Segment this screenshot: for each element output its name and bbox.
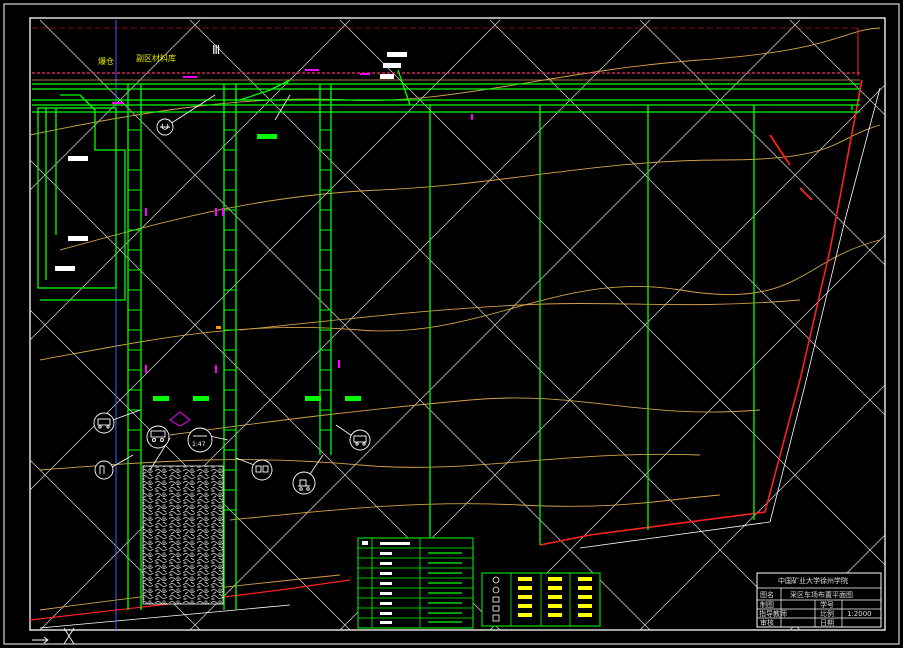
title-block-institution: 中国矿业大学徐州学院 bbox=[778, 576, 848, 585]
pump-symbol-icon[interactable] bbox=[146, 425, 170, 449]
title-block-col-label-1: 学号 bbox=[820, 600, 834, 609]
scale-tag-circle[interactable]: 1:47 bbox=[187, 427, 213, 453]
roadway-rungs bbox=[128, 129, 331, 511]
cad-drawing-canvas[interactable]: 爆仓 副区材料库 Ⅲ 1:47 中国矿业大学徐州学院 图名 采区车场布置平面图 … bbox=[0, 0, 903, 648]
title-block-row-label-4: 审核 bbox=[760, 618, 774, 627]
car-symbol-icon[interactable] bbox=[93, 412, 115, 434]
fan-circle-icon[interactable] bbox=[349, 429, 371, 451]
title-block-row-label-3: 指导教师 bbox=[759, 609, 787, 618]
title-block-row-label-2: 制图 bbox=[760, 600, 774, 609]
label-warehouse-1: 爆仓 bbox=[98, 56, 114, 66]
label-roman-mark: Ⅲ bbox=[212, 43, 220, 57]
title-block-scale-value: 1:2000 bbox=[847, 610, 872, 618]
equipment-markers bbox=[55, 52, 473, 427]
loader-circle-icon[interactable] bbox=[292, 471, 316, 495]
label-warehouse-2: 副区材料库 bbox=[136, 53, 176, 63]
title-block-col-label-3: 日期 bbox=[820, 619, 834, 627]
switch-circle-icon[interactable] bbox=[251, 459, 273, 481]
title-block-drawing-title: 采区车场布置平面图 bbox=[790, 590, 853, 599]
title-block-row-label-1: 图名 bbox=[760, 590, 774, 599]
device-circle-icon[interactable] bbox=[156, 118, 174, 136]
title-block-col-label-2: 比例 bbox=[820, 609, 834, 618]
scale-tag-text: 1:47 bbox=[192, 441, 206, 448]
station-circle-icon[interactable] bbox=[94, 460, 114, 480]
legend-table-roadways bbox=[357, 537, 474, 629]
gob-area bbox=[142, 465, 224, 605]
title-block: 中国矿业大学徐州学院 图名 采区车场布置平面图 制图 指导教师 审核 学号 比例… bbox=[756, 572, 882, 628]
legend-table-symbols bbox=[481, 572, 601, 627]
